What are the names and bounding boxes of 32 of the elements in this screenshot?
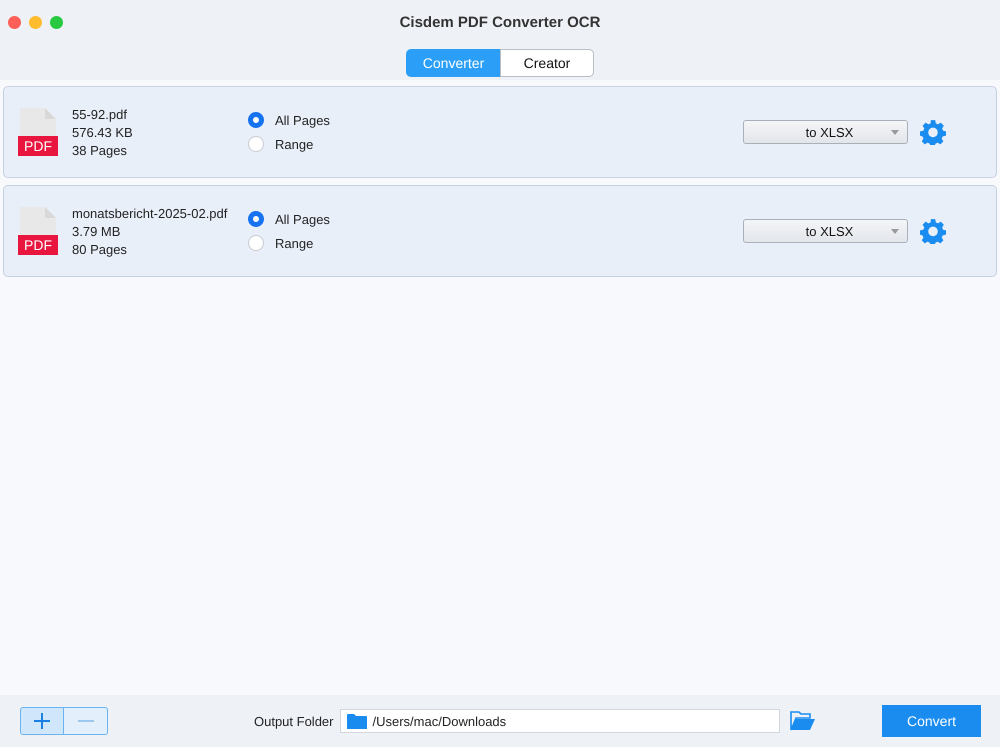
output-folder-label: Output Folder <box>254 714 334 728</box>
radio-button[interactable] <box>248 136 264 152</box>
close-button[interactable] <box>8 16 21 28</box>
file-name: 55-92.pdf <box>72 106 128 122</box>
radio-label: All Pages <box>275 212 330 226</box>
plus-icon <box>33 712 51 730</box>
radio-button[interactable] <box>248 112 264 128</box>
settings-icon[interactable] <box>920 119 946 145</box>
radio-button[interactable] <box>248 211 264 227</box>
minimize-button[interactable] <box>29 16 42 28</box>
zoom-button[interactable] <box>50 16 63 28</box>
radio-label: All Pages <box>275 112 330 128</box>
settings-icon[interactable] <box>920 218 946 244</box>
format-dropdown[interactable]: to XLSX <box>743 219 908 243</box>
output-path-field[interactable]: /Users/mac/Downloads <box>340 709 780 733</box>
format-dropdown[interactable]: to XLSX <box>743 120 908 144</box>
folder-icon <box>346 712 366 730</box>
folder-icon[interactable] <box>790 710 816 732</box>
window-title: Cisdem PDF Converter OCR <box>400 14 600 30</box>
page-count: 80 Pages <box>72 242 128 256</box>
radio-button[interactable] <box>248 235 264 251</box>
tab[interactable]: Creator <box>500 49 594 77</box>
add-button[interactable] <box>20 707 64 735</box>
page-count: 38 Pages <box>72 142 128 158</box>
caret-icon <box>891 130 899 134</box>
file-name: monatsbericht-2025-02.pdf <box>72 206 228 220</box>
file-size: 576.43 KB <box>72 124 134 140</box>
caret-icon <box>891 228 899 234</box>
radio-label: Range <box>275 236 314 250</box>
file-size: 3.79 MB <box>72 224 122 238</box>
minus-icon <box>78 720 94 722</box>
radio-label: Range <box>275 136 314 152</box>
